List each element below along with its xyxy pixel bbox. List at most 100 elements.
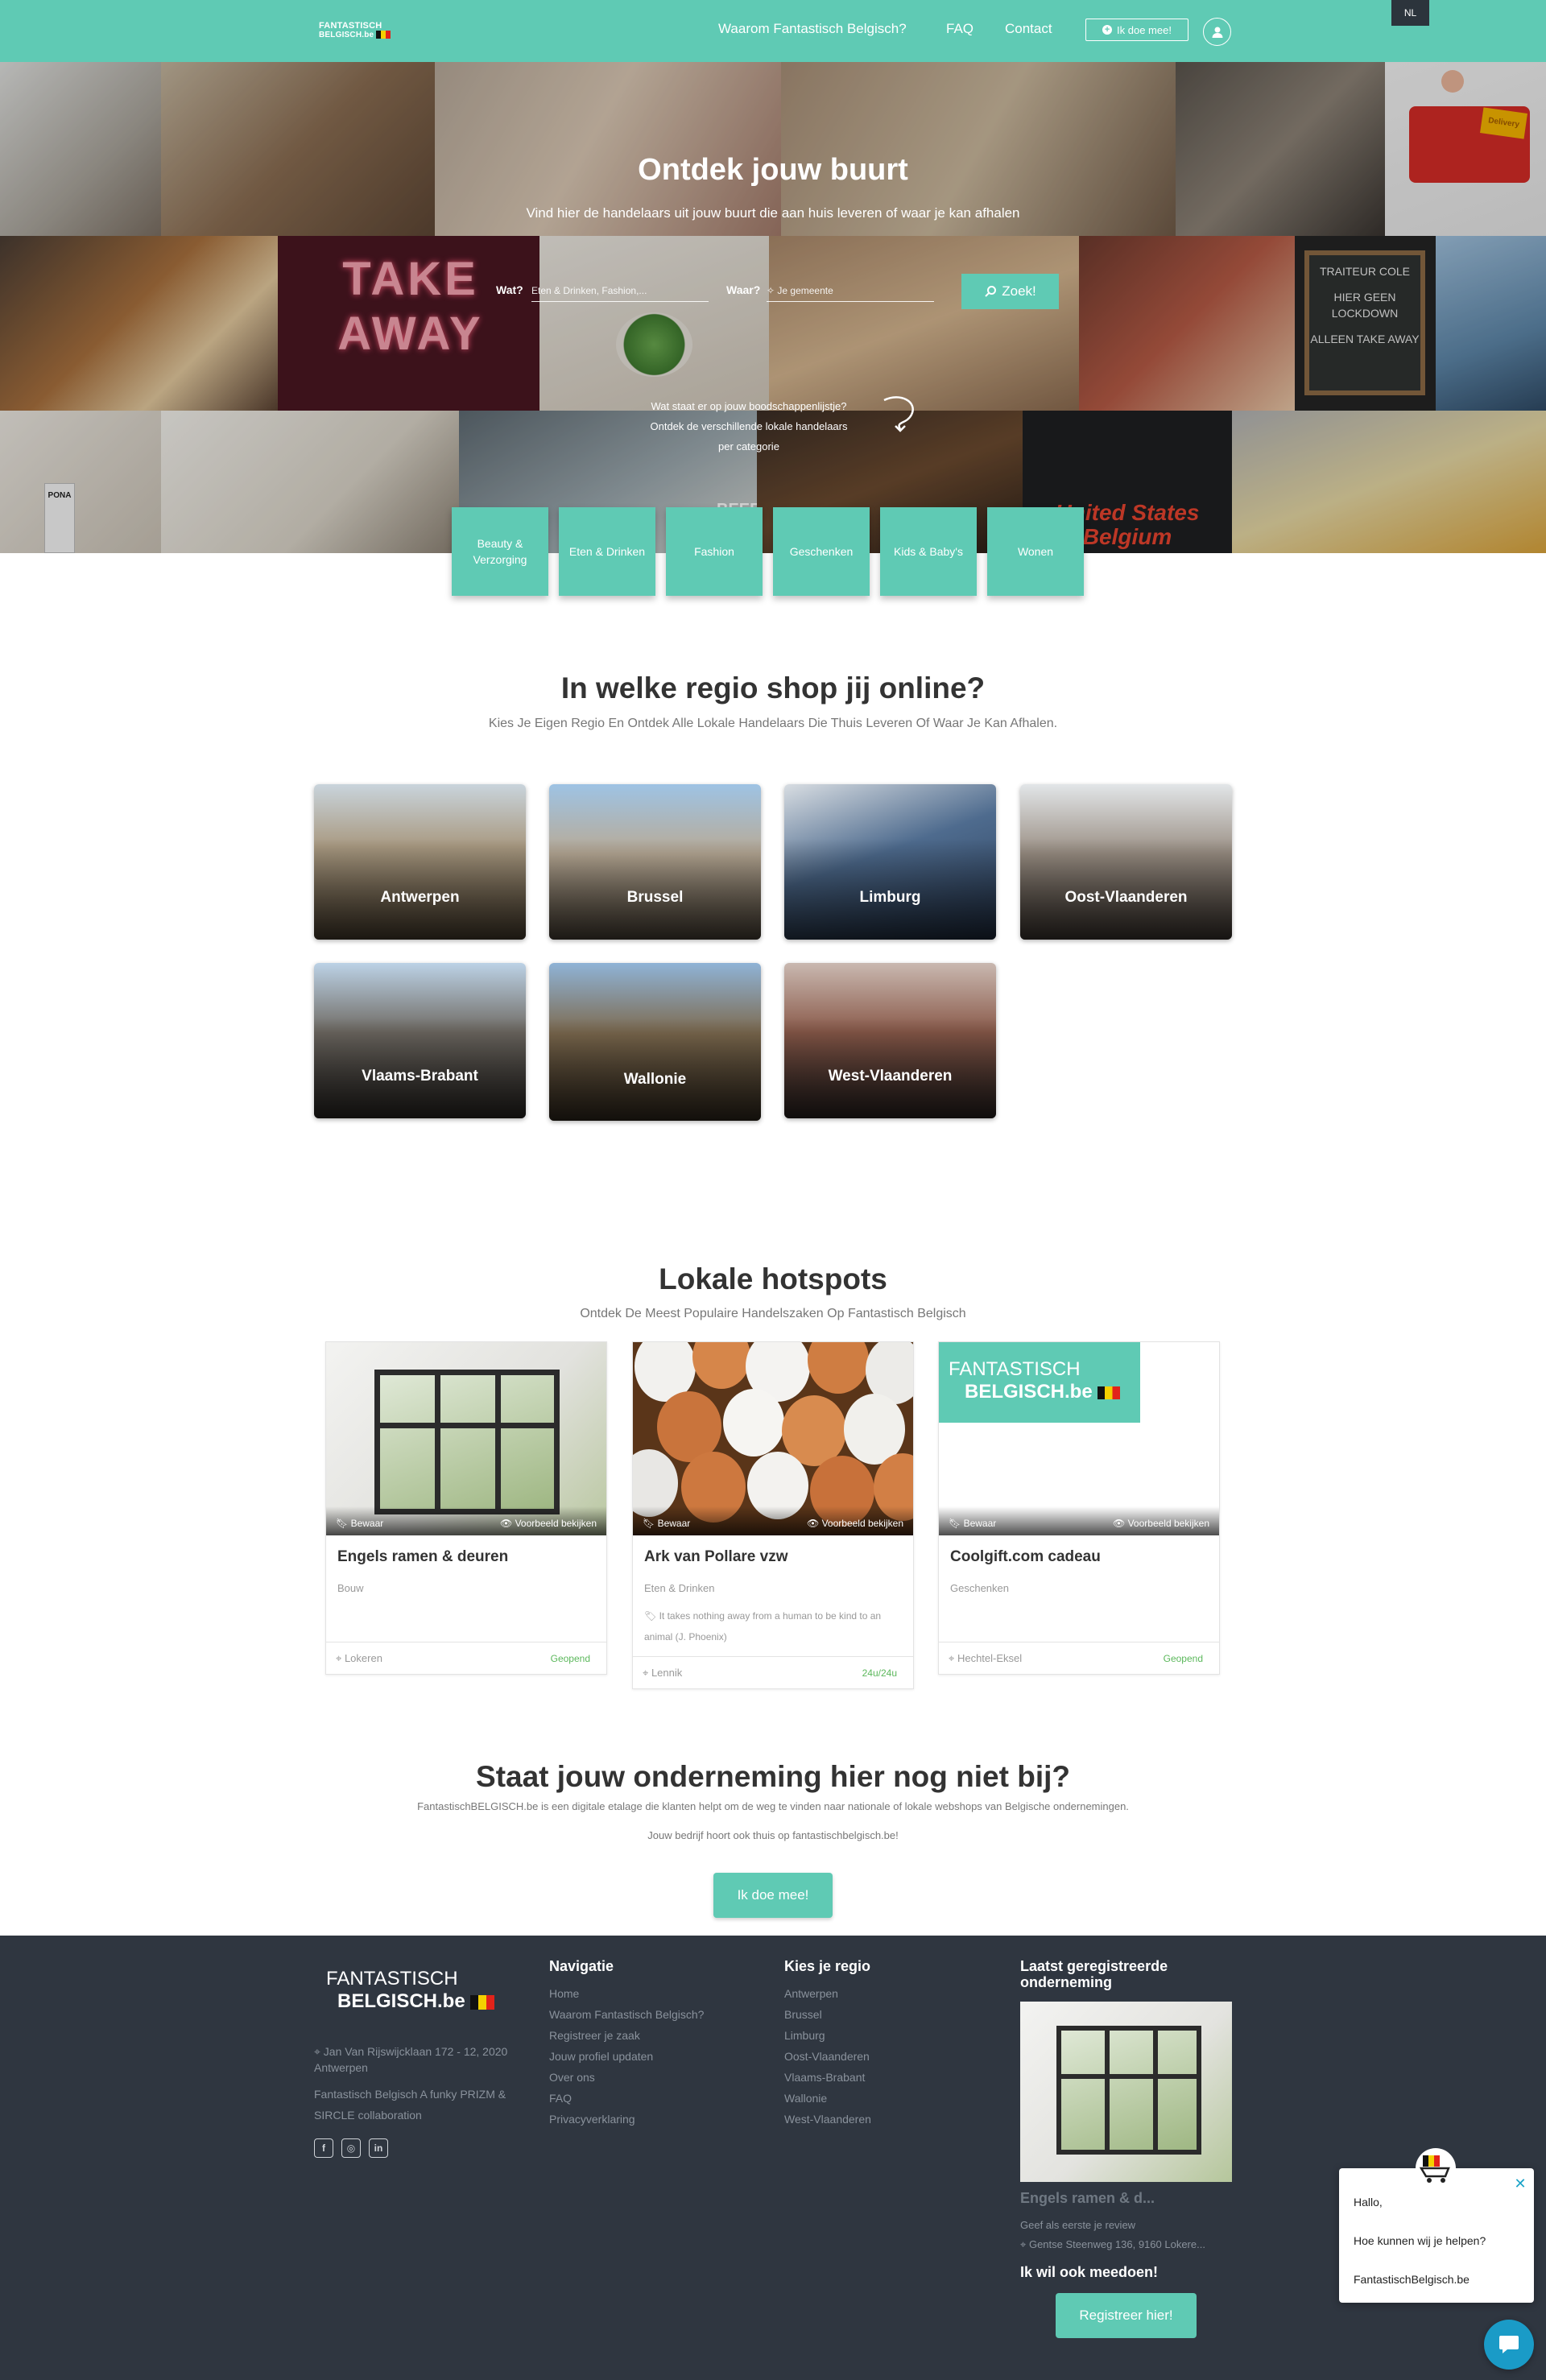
map-pin-icon: ⌖ [949, 1652, 955, 1664]
instagram-icon[interactable]: ◎ [341, 2138, 361, 2158]
facebook-icon[interactable]: f [314, 2138, 333, 2158]
plus-icon: + [1102, 25, 1113, 35]
region-card-antwerpen[interactable]: Antwerpen [314, 784, 526, 940]
category-geschenken[interactable]: Geschenken [773, 507, 870, 596]
card-title[interactable]: Engels ramen & deuren [326, 1535, 606, 1566]
hint-line-1: Wat staat er op jouw boodschappenlijstje… [651, 400, 847, 412]
category-fashion[interactable]: Fashion [666, 507, 763, 596]
footer-nav-registreer[interactable]: Registreer je zaak [549, 2029, 640, 2042]
footer-region-oost-vlaanderen[interactable]: Oost-Vlaanderen [784, 2050, 870, 2063]
category-kids-babys[interactable]: Kids & Baby's [880, 507, 977, 596]
category-beauty[interactable]: Beauty & Verzorging [452, 507, 548, 596]
footer-region-brussel[interactable]: Brussel [784, 2008, 822, 2021]
regions-title: In welke regio shop jij online? [560, 671, 986, 704]
cta-text-2: Jouw bedrijf hoort ook thuis op fantasti… [647, 1829, 899, 1841]
footer-region-antwerpen[interactable]: Antwerpen [784, 1987, 838, 2000]
save-button[interactable]: 🔖︎ Bewaar [643, 1518, 690, 1529]
save-button[interactable]: 🔖︎ Bewaar [336, 1518, 383, 1529]
region-card-limburg[interactable]: Limburg [784, 784, 996, 940]
chat-avatar [1416, 2148, 1456, 2188]
region-card-oost-vlaanderen[interactable]: Oost-Vlaanderen [1020, 784, 1232, 940]
linkedin-icon[interactable]: in [369, 2138, 388, 2158]
nav-link-contact[interactable]: Contact [1005, 21, 1052, 37]
save-label: Bewaar [963, 1518, 997, 1529]
footer-nav-profiel[interactable]: Jouw profiel updaten [549, 2050, 653, 2063]
footer-join-title: Ik wil ook meedoen! [1020, 2264, 1159, 2280]
preview-button[interactable]: 👁︎ Voorbeeld bekijken [807, 1518, 903, 1529]
footer-latest-name[interactable]: Engels ramen & d... [1020, 2190, 1155, 2206]
preview-button[interactable]: 👁︎ Voorbeeld bekijken [500, 1518, 597, 1529]
preview-button[interactable]: 👁︎ Voorbeeld bekijken [1113, 1518, 1209, 1529]
category-hint: Wat staat er op jouw boodschappenlijstje… [620, 396, 878, 457]
hotspot-card-coolgift[interactable]: FANTASTISCH BELGISCH.be 🔖︎ Bewaar 👁︎ Voo… [938, 1341, 1220, 1675]
cta-text-1: FantastischBELGISCH.be is een digitale e… [417, 1800, 1129, 1812]
hotspot-card-engels[interactable]: 🔖︎ Bewaar 👁︎ Voorbeeld bekijken Engels r… [325, 1341, 607, 1675]
region-card-west-vlaanderen[interactable]: West-Vlaanderen [784, 963, 996, 1118]
region-card-shade [314, 784, 526, 940]
card-title[interactable]: Ark van Pollare vzw [633, 1535, 913, 1566]
region-card-brussel[interactable]: Brussel [549, 784, 761, 940]
user-account-button[interactable] [1203, 18, 1231, 46]
footer-region-vlaams-brabant[interactable]: Vlaams-Brabant [784, 2071, 865, 2084]
close-icon[interactable]: ✕ [1513, 2176, 1527, 2191]
join-button[interactable]: + Ik doe mee! [1085, 19, 1188, 41]
footer-nav-faq[interactable]: FAQ [549, 2092, 572, 2105]
card-title[interactable]: Coolgift.com cadeau [939, 1535, 1219, 1566]
belgian-flag-icon [1097, 1386, 1121, 1399]
search-icon [985, 286, 997, 297]
footer-nav-waarom[interactable]: Waarom Fantastisch Belgisch? [549, 2008, 704, 2021]
footer-region-wallonie[interactable]: Wallonie [784, 2092, 827, 2105]
region-card-shade [784, 963, 996, 1118]
hero-banner: Delivery TAKE AWAY TRAITEUR COLE HIER GE… [0, 62, 1546, 553]
cta-join-button[interactable]: Ik doe mee! [713, 1873, 833, 1918]
search-where-input[interactable]: ✧ Je gemeente [767, 285, 934, 302]
hotspot-card-ark[interactable]: 🔖︎ Bewaar 👁︎ Voorbeeld bekijken Ark van … [632, 1341, 914, 1689]
search-what-input[interactable]: Eten & Drinken, Fashion,... [531, 285, 709, 302]
footer-latest-review[interactable]: Geef als eerste je review [1020, 2219, 1135, 2231]
footer-address-text: Jan Van Rijswijcklaan 172 - 12, 2020 Ant… [314, 2045, 508, 2074]
card-description-text: It takes nothing away from a human to be… [644, 1610, 882, 1642]
footer-nav-title: Navigatie [549, 1958, 614, 1974]
card-footer: ⌖ Lennik 24u/24u [633, 1656, 913, 1688]
regions-subtitle: Kies Je Eigen Regio En Ontdek Alle Lokal… [488, 717, 1058, 730]
eye-icon: 👁︎ [1113, 1518, 1126, 1529]
footer-nav-over-ons[interactable]: Over ons [549, 2071, 595, 2084]
card-location: ⌖ Hechtel-Eksel [949, 1652, 1022, 1665]
footer-region-limburg[interactable]: Limburg [784, 2029, 825, 2042]
hero-overlay [0, 62, 1546, 553]
search-button[interactable]: Zoek! [961, 274, 1059, 309]
eye-icon: 👁︎ [500, 1518, 513, 1529]
category-eten-drinken[interactable]: Eten & Drinken [559, 507, 655, 596]
card-status: Geopend [550, 1653, 590, 1664]
region-card-wallonie[interactable]: Wallonie [549, 963, 761, 1121]
language-switch[interactable]: NL [1391, 0, 1429, 26]
footer-logo[interactable]: FANTASTISCH BELGISCH.be [326, 1968, 495, 2013]
footer-region-west-vlaanderen[interactable]: West-Vlaanderen [784, 2113, 871, 2126]
region-name: West-Vlaanderen [828, 1068, 953, 1085]
footer-nav-home[interactable]: Home [549, 1987, 579, 2000]
region-card-shade [314, 963, 526, 1118]
chat-open-button[interactable] [1484, 2320, 1534, 2370]
join-button-label: Ik doe mee! [1117, 23, 1172, 36]
card-logo-line-1: FANTASTISCH [949, 1358, 1081, 1380]
map-pin-icon: ⌖ [643, 1667, 649, 1679]
category-wonen[interactable]: Wonen [987, 507, 1084, 596]
region-card-vlaams-brabant[interactable]: Vlaams-Brabant [314, 963, 526, 1118]
chat-popup[interactable]: ✕ Hallo, Hoe kunnen wij je helpen? Fanta… [1339, 2168, 1534, 2303]
search-what-label: Wat? [496, 283, 523, 296]
card-category: Bouw [337, 1582, 364, 1594]
footer-latest-image[interactable] [1020, 2002, 1232, 2182]
nav-link-faq[interactable]: FAQ [946, 21, 973, 37]
preview-label: Voorbeeld bekijken [821, 1518, 903, 1529]
footer-register-button[interactable]: Registreer hier! [1056, 2293, 1197, 2338]
nav-link-waarom[interactable]: Waarom Fantastisch Belgisch? [718, 21, 907, 37]
card-location-text: Hechtel-Eksel [957, 1652, 1023, 1664]
footer-region-title: Kies je regio [784, 1958, 871, 1974]
region-card-shade [549, 963, 761, 1121]
region-name: Vlaams-Brabant [362, 1068, 478, 1085]
footer-nav-privacy[interactable]: Privacyverklaring [549, 2113, 635, 2126]
save-button[interactable]: 🔖︎ Bewaar [949, 1518, 996, 1529]
card-location: ⌖ Lennik [643, 1667, 682, 1680]
card-category: Eten & Drinken [644, 1582, 715, 1594]
site-logo[interactable]: FANTASTISCH BELGISCH.be [319, 21, 391, 40]
